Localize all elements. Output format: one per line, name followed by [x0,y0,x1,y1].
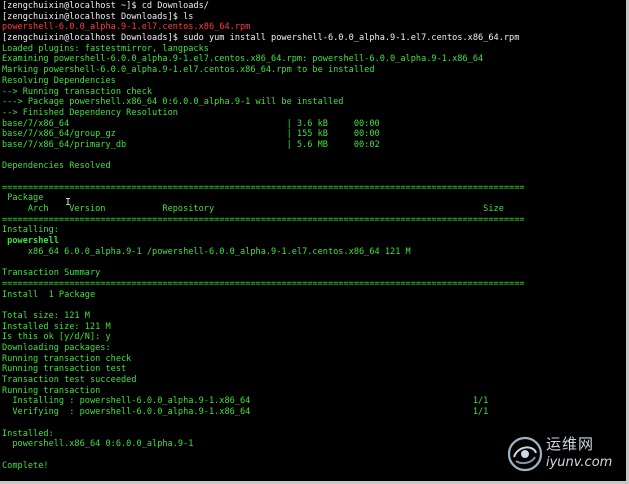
terminal-line: [zengchuixin@localhost Downloads]$ ls [2,11,194,22]
terminal-line: Package [2,193,44,204]
terminal-line: --> Running transaction check [2,86,153,97]
terminal-line: Resolving Dependencies [2,75,116,86]
terminal-line: Downloading packages: [2,343,111,353]
terminal-line: Installing: [2,225,59,236]
terminal-output: [zengchuixin@localhost ~]$ cd Downloads/… [2,1,622,471]
terminal-line: Install 1 Package [2,289,96,300]
terminal-line: ---> Package powershell.x86_64 0:6.0.0_a… [2,97,344,108]
terminal-line: powershell [2,236,59,247]
terminal-window[interactable]: [zengchuixin@localhost ~]$ cd Downloads/… [0,0,629,484]
terminal-line: base/7/x86_64/group_gz | 155 kB 00:00 [2,129,380,140]
text-cursor-icon: I [65,197,72,208]
terminal-line: x86_64 6.0.0_alpha.9-1 /powershell-6.0.0… [2,246,411,257]
terminal-line: Examining powershell-6.0.0_alpha.9-1.el7… [2,54,484,65]
terminal-line: Running transaction test [2,364,127,375]
terminal-line: [zengchuixin@localhost Downloads]$ sudo … [2,33,520,44]
watermark-url: iyunv.com [546,455,613,470]
terminal-line: Installed size: 121 M [2,321,111,332]
swirl-logo-icon [507,436,543,472]
terminal-line: Installing : powershell-6.0.0_alpha.9-1.… [2,396,489,407]
terminal-line: Arch Version Repository Size [2,204,504,215]
terminal-line: Transaction test succeeded [2,375,137,386]
terminal-line: Is this ok [y/d/N]: y [2,332,111,343]
terminal-line: Running transaction check [2,353,132,364]
terminal-line: ========================================… [2,278,525,289]
terminal-line: ========================================… [2,214,525,225]
terminal-line: Total size: 121 M [2,310,90,321]
terminal-line: powershell-6.0.0_alpha.9-1.el7.centos.x8… [2,22,251,33]
terminal-line: --> Finished Dependency Resolution [2,107,178,118]
terminal-line: Marking powershell-6.0.0_alpha.9-1.el7.c… [2,65,375,76]
terminal-line: [zengchuixin@localhost ~]$ cd Downloads/ [2,1,209,11]
terminal-line: base/7/x86_64/primary_db | 5.6 MB 00:02 [2,139,380,150]
terminal-line: Loaded plugins: fastestmirror, langpacks [2,43,209,54]
site-watermark: 运维网 iyunv.com [506,433,616,475]
terminal-line: Verifying : powershell-6.0.0_alpha.9-1.x… [2,407,489,418]
terminal-line: Running transaction [2,385,101,396]
terminal-line: base/7/x86_64 | 3.6 kB 00:00 [2,118,380,129]
terminal-line: Dependencies Resolved [2,161,111,172]
terminal-line: ========================================… [2,182,525,193]
terminal-line: Transaction Summary [2,268,101,279]
watermark-title: 运维网 [546,435,595,453]
